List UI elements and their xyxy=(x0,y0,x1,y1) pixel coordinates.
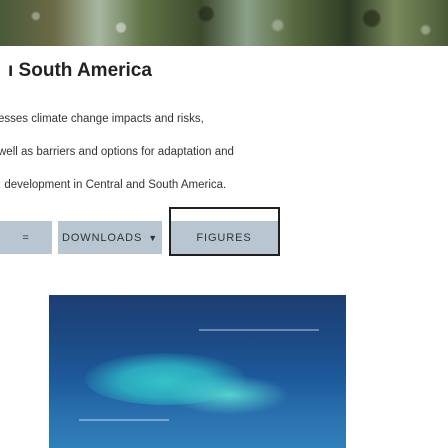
chevron-down-icon: ▼ xyxy=(148,232,159,243)
description-line-1: esses climate change impacts and risks, xyxy=(0,113,204,125)
aerial-photo xyxy=(49,295,346,448)
wave-line xyxy=(199,329,319,331)
downloads-label: DOWNLOADS xyxy=(61,231,143,244)
focus-highlight xyxy=(169,207,280,256)
description-line-3: : development in Central and South Ameri… xyxy=(0,179,227,191)
description-line-2: well as barriers and options for adaptat… xyxy=(0,146,234,158)
reef-area-secondary xyxy=(169,375,289,415)
downloads-button[interactable]: DOWNLOADS ▼ xyxy=(58,221,162,254)
banner-image xyxy=(0,0,448,46)
left-tab-label: = xyxy=(22,231,30,244)
page-title: ı South America xyxy=(8,60,152,81)
wave-line xyxy=(79,419,169,421)
left-tab-button[interactable]: = xyxy=(0,221,52,254)
